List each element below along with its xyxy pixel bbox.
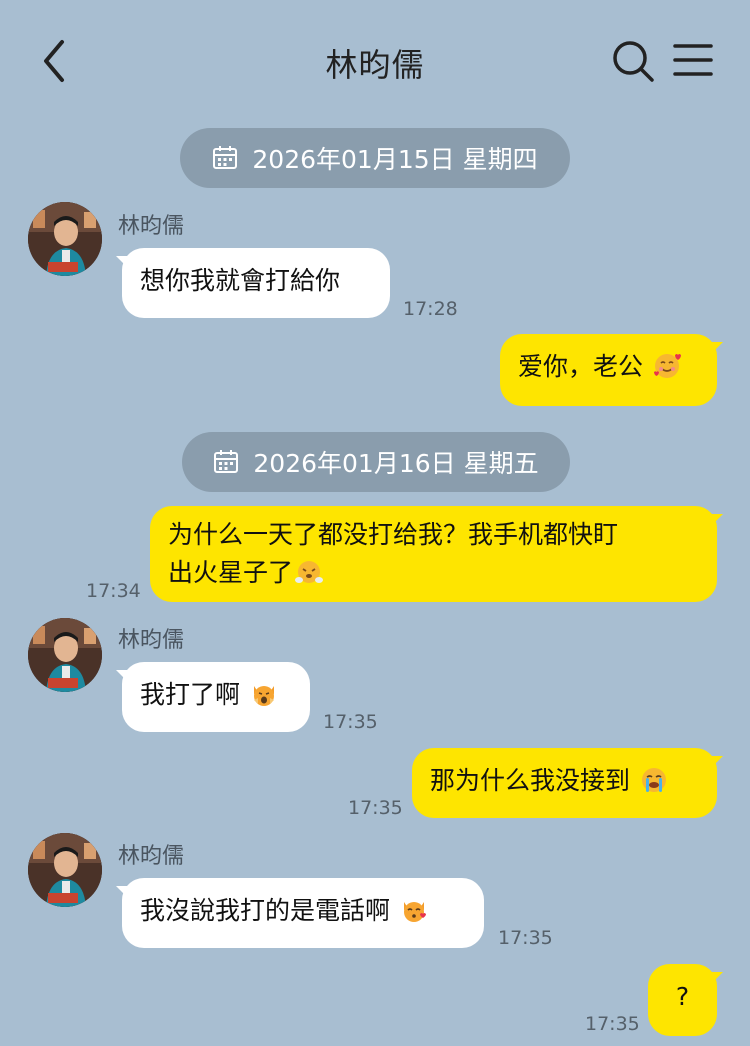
hamburger-menu-icon [673, 44, 713, 76]
date-label: 2026年01月15日 星期四 [252, 145, 538, 174]
sender-name: 林昀儒 [118, 214, 185, 239]
bubble-tail [116, 886, 130, 900]
message-bubble-outgoing[interactable]: ? [648, 964, 723, 1036]
bubble-tail [709, 342, 723, 356]
message-text: ? [675, 982, 690, 1011]
message-time: 17:35 [498, 927, 553, 949]
message-text: 爱你，老公 [518, 352, 644, 381]
avatar-image [28, 618, 102, 692]
message-bubble-outgoing[interactable]: 为什么一天了都没打给我？我手机都快盯 出火星子了 [150, 506, 723, 602]
message-text: 我打了啊 [140, 680, 241, 709]
message-time: 17:35 [323, 711, 378, 733]
message-time: 17:28 [403, 298, 458, 320]
message-bubble-incoming[interactable]: 我打了啊 [116, 662, 310, 732]
kissing-cat-face-emoji [403, 902, 426, 922]
menu-button[interactable] [672, 40, 714, 80]
face-with-steam-emoji [295, 561, 324, 583]
sender-name: 林昀儒 [118, 844, 185, 869]
message-text-line: 出火星子了 [168, 558, 294, 587]
smiling-face-with-hearts-emoji [653, 354, 681, 378]
search-button[interactable] [610, 38, 656, 84]
date-label: 2026年01月16日 星期五 [253, 449, 539, 478]
message-bubble-outgoing[interactable]: 那为什么我没接到 [412, 748, 723, 818]
search-icon [613, 41, 654, 82]
message-text: 那为什么我没接到 [430, 766, 631, 795]
calendar-icon [213, 146, 238, 169]
sender-name: 林昀儒 [118, 628, 185, 653]
message-time: 17:34 [86, 580, 141, 602]
loudly-crying-face-emoji [641, 768, 666, 792]
message-time: 17:35 [585, 1013, 640, 1035]
message-text: 我沒說我打的是電話啊 [140, 896, 391, 925]
bubble-tail [709, 972, 723, 986]
message-text: 想你我就會打給你 [140, 266, 341, 295]
avatar[interactable] [28, 618, 102, 692]
bubble-tail [709, 756, 723, 770]
chat-header: 林昀儒 [0, 0, 750, 120]
message-bubble-outgoing[interactable]: 爱你，老公 [500, 334, 723, 406]
avatar[interactable] [28, 833, 102, 907]
avatar[interactable] [28, 202, 102, 276]
message-time: 17:35 [348, 797, 403, 819]
avatar-image [28, 833, 102, 907]
bubble-tail [116, 256, 130, 270]
message-text-line: 为什么一天了都没打给我？我手机都快盯 [168, 520, 619, 549]
bubble-tail [116, 670, 130, 684]
message-bubble-incoming[interactable]: 想你我就會打給你 [116, 248, 390, 318]
calendar-icon [214, 450, 239, 473]
date-divider: 2026年01月16日 星期五 [182, 432, 570, 492]
bubble-tail [709, 514, 723, 528]
message-bubble-incoming[interactable]: 我沒說我打的是電話啊 [116, 878, 484, 948]
avatar-image [28, 202, 102, 276]
date-divider: 2026年01月15日 星期四 [180, 128, 570, 188]
weary-cat-face-emoji [253, 686, 274, 706]
